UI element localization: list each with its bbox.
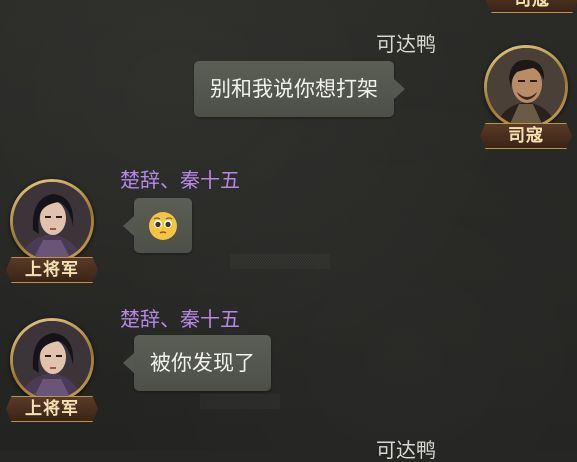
rank-banner-partial-top: 司寇	[486, 0, 577, 13]
sender-name[interactable]: 可达鸭	[376, 32, 436, 56]
sender-name[interactable]: 楚辞、秦十五	[120, 307, 240, 331]
avatar-ring	[10, 318, 94, 402]
pleading-face-icon	[148, 211, 178, 241]
avatar-ring	[10, 179, 94, 263]
sender-name-partial-bottom[interactable]: 可达鸭	[376, 438, 436, 462]
avatar-portrait-woman	[13, 182, 91, 260]
avatar-sikou[interactable]: 司寇	[480, 45, 572, 155]
message-text: 被你发现了	[150, 351, 255, 375]
rank-banner: 司寇	[480, 123, 572, 149]
message-text: 别和我说你想打架	[210, 77, 378, 101]
message-bubble[interactable]: 被你发现了	[123, 335, 271, 391]
message-bubble[interactable]	[123, 198, 192, 253]
rank-banner: 上将军	[6, 257, 98, 283]
avatar-ring	[484, 45, 568, 129]
sender-name[interactable]: 楚辞、秦十五	[120, 168, 240, 192]
avatar-portrait-man	[487, 48, 565, 126]
avatar-shangjiangjun[interactable]: 上将军	[6, 318, 98, 428]
message-bubble[interactable]: 别和我说你想打架	[194, 61, 405, 117]
rank-banner: 上将军	[6, 396, 98, 422]
avatar-portrait-woman	[13, 321, 91, 399]
avatar-shangjiangjun[interactable]: 上将军	[6, 179, 98, 289]
